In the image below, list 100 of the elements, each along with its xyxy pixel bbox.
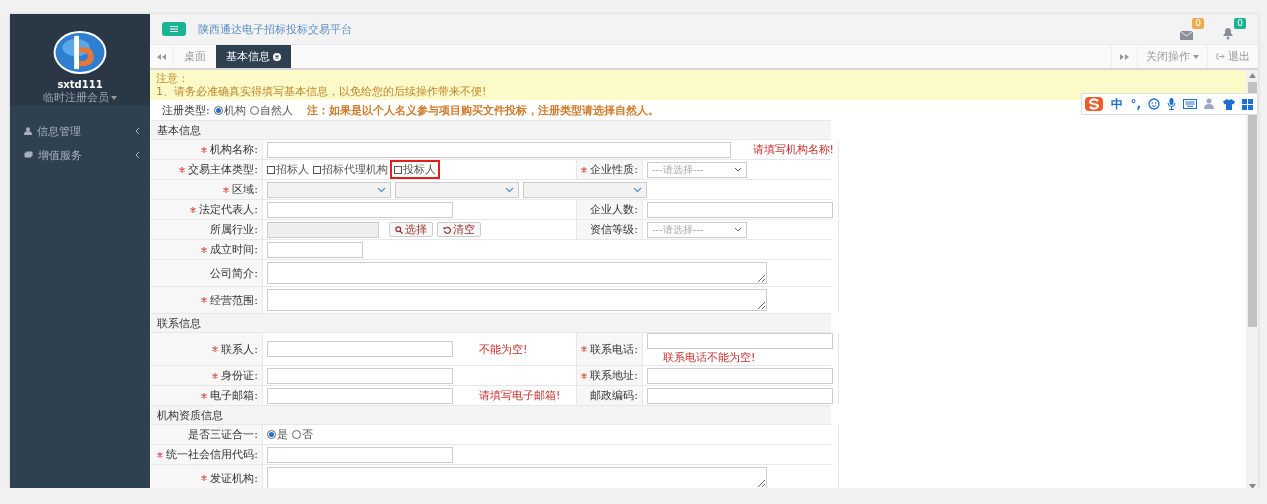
error-message: 联系电话不能为空! — [663, 350, 756, 365]
select-field[interactable] — [523, 181, 647, 198]
username: sxtd111 — [57, 79, 103, 90]
input-field[interactable] — [267, 341, 453, 357]
notification-button[interactable]: 0 — [1222, 18, 1246, 40]
field-label: 法定代表人: — [151, 200, 263, 219]
bell-icon — [1222, 27, 1234, 40]
radio-button[interactable] — [292, 430, 301, 439]
field-label: 企业人数: — [577, 200, 643, 219]
registration-note: 注：如果是以个人名义参与项目购买文件投标，注册类型请选择自然人。 — [306, 102, 659, 118]
field-label: 交易主体类型: — [151, 160, 263, 179]
field-label: 是否三证合一: — [151, 425, 263, 444]
field-label: 联系人: — [151, 333, 263, 365]
field-label: 成立时间: — [151, 240, 263, 259]
keyboard-icon[interactable] — [1183, 99, 1197, 109]
mail-icon — [1180, 29, 1194, 40]
shirt-icon[interactable] — [1223, 98, 1235, 110]
search-icon — [395, 225, 403, 234]
chevron-down-icon — [377, 186, 386, 193]
notice-text: 1、请务必准确真实得填写基本信息，以免给您的后续操作带来不便! — [156, 85, 488, 98]
site-title: 陕西通达电子招标投标交易平台 — [198, 21, 353, 37]
checkbox-label: 招标人 — [276, 162, 309, 177]
ime-punctuation[interactable]: °, — [1130, 97, 1141, 111]
input-field[interactable] — [647, 367, 833, 384]
chevron-icon — [134, 151, 140, 159]
field-label: 统一社会信用代码: — [151, 445, 263, 464]
logout-icon — [1216, 53, 1225, 60]
select-placeholder: ---请选择--- — [652, 222, 704, 237]
count-badge: 0 — [1192, 18, 1204, 29]
input-field[interactable] — [267, 367, 453, 384]
section-header: 机构资质信息 — [151, 406, 831, 425]
menu-button[interactable] — [162, 22, 186, 36]
select-button[interactable]: 选择 — [389, 222, 433, 237]
chevron-down-icon — [633, 186, 642, 193]
scroll-thumb[interactable] — [1247, 82, 1257, 327]
field-label: 身份证: — [151, 366, 263, 385]
chevron-icon — [134, 127, 140, 135]
radio-label: 是 — [277, 427, 288, 442]
caret-icon — [1193, 54, 1199, 59]
sidebar-item[interactable]: 信息管理 — [10, 119, 150, 143]
ime-logo-icon — [1084, 96, 1105, 112]
input-field[interactable] — [267, 141, 731, 158]
microphone-icon[interactable] — [1167, 98, 1176, 110]
logo-icon — [52, 30, 108, 75]
field-label: 企业性质: — [577, 160, 643, 179]
close-icon[interactable] — [273, 52, 281, 61]
clear-button[interactable]: 清空 — [437, 222, 481, 237]
text-area[interactable] — [267, 262, 767, 284]
select-field[interactable] — [395, 181, 519, 198]
notice-title: 注意： — [156, 72, 190, 85]
field-label: 联系地址: — [577, 366, 643, 385]
text-area[interactable] — [267, 289, 767, 311]
checkbox-label: 招标代理机构 — [322, 162, 388, 177]
field-label: 机构名称: — [151, 140, 263, 159]
input-field[interactable] — [647, 201, 833, 218]
checkbox[interactable] — [267, 165, 275, 174]
input-field[interactable] — [647, 387, 833, 404]
smiley-icon[interactable] — [1148, 98, 1160, 110]
count-badge: 0 — [1234, 18, 1246, 29]
grid-icon[interactable] — [1242, 98, 1253, 110]
tab[interactable]: 基本信息 — [216, 45, 291, 68]
radio-button[interactable] — [249, 105, 259, 115]
input-field[interactable] — [267, 387, 453, 404]
field-label: 发证机构: — [151, 465, 263, 488]
error-message: 请填写机构名称! — [752, 142, 834, 157]
input-field[interactable] — [267, 446, 453, 463]
scroll-down-icon — [1248, 484, 1256, 488]
checkbox[interactable] — [394, 165, 402, 174]
scroll-up-icon — [1248, 73, 1256, 78]
field-label: 公司简介: — [151, 260, 263, 286]
ime-mode[interactable]: 中 — [1111, 95, 1124, 113]
select-field[interactable] — [267, 181, 391, 198]
field-label: 资信等级: — [577, 220, 643, 239]
checkbox[interactable] — [313, 165, 321, 174]
radio-label: 自然人 — [259, 102, 293, 118]
radio-button[interactable] — [213, 105, 223, 115]
user-role[interactable]: 临时注册会员 — [43, 90, 109, 105]
menu-icon — [170, 26, 178, 32]
field-label: 区域: — [151, 180, 263, 199]
chevron-down-icon — [734, 167, 742, 172]
input-field[interactable] — [267, 201, 453, 218]
error-message: 请填写电子邮箱! — [479, 388, 561, 403]
select-placeholder: ---请选择--- — [652, 162, 704, 177]
field-label: 联系电话: — [577, 333, 643, 365]
field-label: 注册类型: — [162, 102, 210, 118]
chevron-down-icon — [505, 186, 514, 193]
field-label: 经营范围: — [151, 287, 263, 313]
user-icon[interactable] — [1204, 98, 1216, 110]
error-message: 不能为空! — [479, 341, 528, 357]
user-icon — [24, 127, 32, 135]
sidebar-item[interactable]: 增值服务 — [10, 143, 150, 167]
field-label: 所属行业: — [151, 220, 263, 239]
radio-label: 否 — [302, 427, 313, 442]
input-field[interactable] — [647, 333, 833, 349]
radio-button[interactable] — [267, 430, 276, 439]
section-header: 联系信息 — [151, 314, 831, 333]
text-area[interactable] — [267, 467, 767, 488]
field-label: 邮政编码: — [577, 386, 643, 405]
double-left-icon — [157, 53, 166, 60]
date-field[interactable] — [267, 241, 363, 258]
